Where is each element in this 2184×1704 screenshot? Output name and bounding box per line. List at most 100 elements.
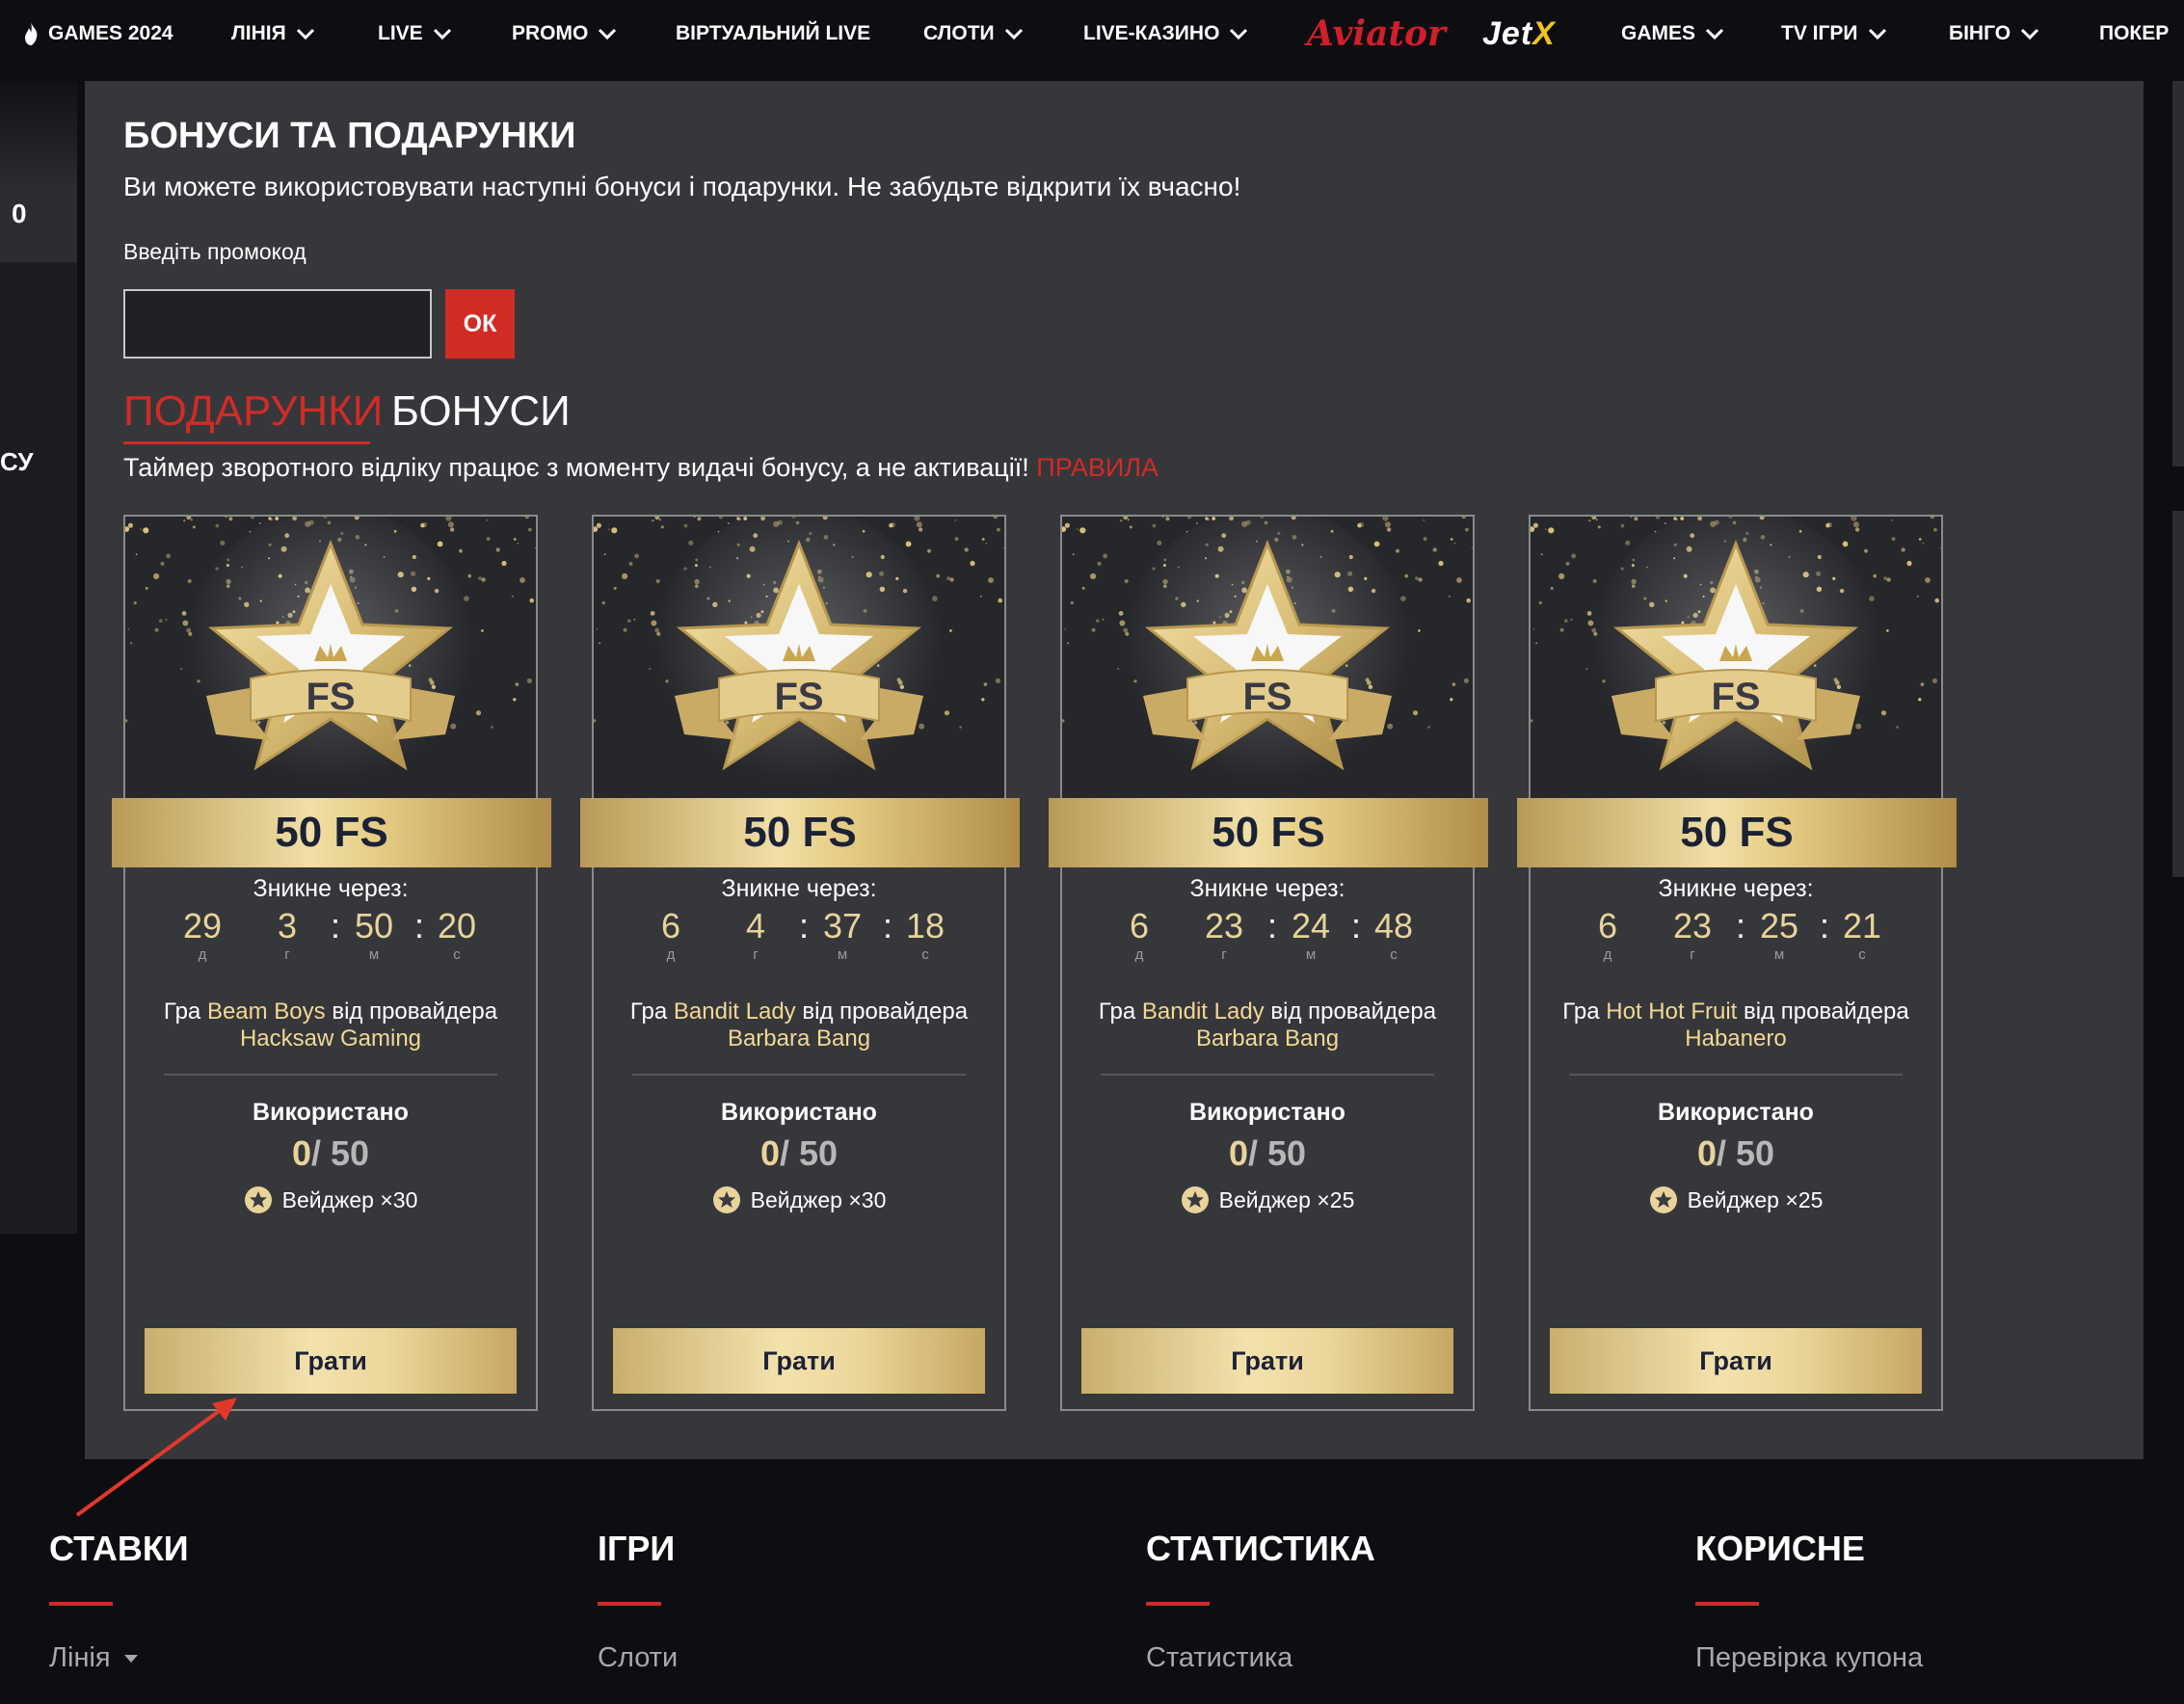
tab-gifts[interactable]: ПОДАРУНКИ bbox=[123, 387, 383, 436]
nav-item-line[interactable]: ЛІНІЯ bbox=[231, 0, 315, 67]
nav-item-label: БІНГО bbox=[1949, 22, 2011, 44]
sparkle bbox=[1535, 642, 1538, 645]
expire-label: Зникне через: bbox=[1658, 875, 1814, 902]
game-name[interactable]: Bandit Lady bbox=[1142, 998, 1265, 1025]
nav-item-slots[interactable]: СЛОТИ bbox=[923, 0, 1024, 67]
nav-item-live[interactable]: LIVE bbox=[378, 0, 452, 67]
footer-heading: СТАТИСТИКА bbox=[1146, 1529, 1375, 1568]
sparkle bbox=[959, 726, 962, 729]
gift-card: FS 50 FS Зникне через: 6 23 : 24 : 48 д … bbox=[1049, 515, 1488, 1411]
provider-name: Hacksaw Gaming bbox=[239, 1025, 422, 1052]
sparkle bbox=[1559, 627, 1564, 632]
play-button[interactable]: Грати bbox=[145, 1328, 517, 1394]
sparkle bbox=[623, 627, 627, 632]
timer-unit-hours: г bbox=[1690, 946, 1695, 963]
nav-item-tv-games[interactable]: TV ІГРИ bbox=[1781, 0, 1887, 67]
sparkle bbox=[511, 595, 514, 598]
wager-text: Вейджер ×30 bbox=[750, 1186, 887, 1212]
timer-unit-seconds: с bbox=[1390, 946, 1398, 963]
provider-name: Barbara Bang bbox=[727, 1025, 871, 1052]
art-label: FS bbox=[1242, 676, 1292, 718]
footer-link-slots[interactable]: Слоти bbox=[598, 1642, 678, 1674]
sparkle bbox=[1933, 527, 1937, 532]
rules-link[interactable]: ПРАВИЛА bbox=[1036, 453, 1159, 482]
sparkle bbox=[1453, 543, 1456, 545]
play-button[interactable]: Грати bbox=[613, 1328, 985, 1394]
nav-item-poker[interactable]: ПОКЕР bbox=[2099, 0, 2169, 67]
sparkle bbox=[486, 519, 489, 521]
provider-prefix: від провайдера bbox=[1743, 998, 1909, 1025]
timer-note: Таймер зворотного відліку працює з момен… bbox=[123, 453, 1159, 483]
footer-link-line[interactable]: Лінія bbox=[49, 1642, 138, 1674]
sparkle bbox=[1588, 519, 1591, 522]
sparkle bbox=[1585, 667, 1588, 671]
footer-link-coupon-check[interactable]: Перевірка купона bbox=[1695, 1642, 1923, 1674]
sparkle bbox=[683, 523, 688, 528]
nav-item-label: ВІРТУАЛЬНИЙ LIVE bbox=[676, 22, 871, 44]
nav-item-live-casino[interactable]: LIVE-КАЗИНО bbox=[1083, 0, 1248, 67]
sparkle bbox=[517, 543, 519, 545]
sparkle bbox=[1386, 527, 1392, 532]
footer-link-statistics[interactable]: Статистика bbox=[1146, 1642, 1292, 1674]
used-total: / 50 bbox=[310, 1133, 370, 1173]
sparkle bbox=[954, 537, 959, 542]
nav-item-label: GAMES bbox=[1621, 22, 1696, 44]
play-button[interactable]: Грати bbox=[1550, 1328, 1922, 1394]
sparkle bbox=[905, 541, 912, 547]
sparkle bbox=[1544, 528, 1547, 531]
timer-seconds: 20 bbox=[437, 906, 477, 945]
sparkle bbox=[481, 577, 486, 582]
game-name[interactable]: Hot Hot Fruit bbox=[1606, 998, 1737, 1025]
sparkle bbox=[1195, 522, 1198, 524]
sparkle bbox=[655, 579, 660, 583]
provider-prefix: від провайдера bbox=[802, 998, 969, 1025]
sparkle bbox=[1423, 537, 1427, 542]
wager-info: Вейджер ×30 bbox=[125, 1185, 536, 1214]
sparkle bbox=[1918, 538, 1922, 541]
sparkle bbox=[1595, 519, 1598, 521]
nav-item-bingo[interactable]: БІНГО bbox=[1949, 0, 2039, 67]
sparkle bbox=[651, 620, 657, 626]
sparkle bbox=[1558, 572, 1565, 579]
nav-logo-aviator[interactable]: Aviator bbox=[1307, 0, 1446, 67]
sparkle bbox=[1901, 547, 1905, 552]
sparkle bbox=[1463, 678, 1469, 683]
footer-link-label: Лінія bbox=[49, 1642, 111, 1673]
timer-unit-hours: г bbox=[1221, 946, 1227, 963]
timer-seconds: 18 bbox=[905, 906, 946, 945]
sparkle bbox=[596, 522, 601, 528]
sparkle bbox=[215, 523, 220, 528]
sparkle bbox=[526, 678, 532, 683]
sparkle bbox=[949, 577, 954, 582]
game-name[interactable]: Beam Boys bbox=[207, 998, 326, 1025]
sparkle bbox=[981, 538, 985, 541]
nav-item-label: TV ІГРИ bbox=[1781, 22, 1858, 44]
sparkle bbox=[1570, 618, 1573, 621]
nav-logo-jetx[interactable]: Jet X bbox=[1482, 0, 1556, 67]
countdown-timer: 29 3 : 50 : 20 bbox=[125, 906, 536, 945]
sparkle bbox=[447, 521, 454, 528]
nav-item-games-2024[interactable]: GAMES 2024 bbox=[23, 0, 173, 67]
sparkle bbox=[1418, 577, 1423, 582]
chevron-down-icon bbox=[1004, 28, 1023, 40]
card-divider bbox=[1101, 1074, 1434, 1076]
expire-label: Зникне через: bbox=[1189, 875, 1345, 902]
promo-code-input[interactable] bbox=[123, 289, 432, 359]
nav-item-virtual-live[interactable]: ВІРТУАЛЬНИЙ LIVE bbox=[676, 0, 870, 67]
sparkle bbox=[627, 619, 631, 623]
promo-ok-button[interactable]: ОК bbox=[445, 289, 515, 359]
provider-name: Barbara Bang bbox=[1195, 1025, 1340, 1052]
sparkle bbox=[1854, 527, 1860, 532]
timer-hours: 3 bbox=[277, 906, 298, 945]
sparkle bbox=[1466, 598, 1471, 603]
tab-bonuses[interactable]: БОНУСИ bbox=[391, 387, 571, 436]
sparkle bbox=[437, 541, 443, 547]
game-prefix: Гра bbox=[1098, 998, 1136, 1025]
sparkle bbox=[628, 561, 633, 566]
sparkle bbox=[1916, 595, 1919, 598]
game-name[interactable]: Bandit Lady bbox=[674, 998, 796, 1025]
play-button[interactable]: Грати bbox=[1081, 1328, 1453, 1394]
nav-item-games[interactable]: GAMES bbox=[1621, 0, 1724, 67]
nav-item-promo[interactable]: PROMO bbox=[512, 0, 617, 67]
sparkle bbox=[944, 710, 950, 716]
